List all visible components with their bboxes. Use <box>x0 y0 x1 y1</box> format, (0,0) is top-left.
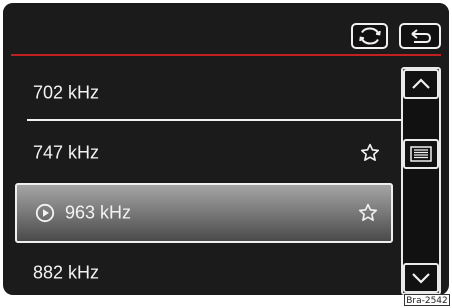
station-frequency: 702 kHz <box>33 82 100 103</box>
header-divider <box>11 54 441 56</box>
favorite-star-icon[interactable] <box>357 202 379 224</box>
back-button[interactable] <box>399 23 441 49</box>
refresh-icon <box>357 26 383 46</box>
station-row-963-selected[interactable]: 963 kHz <box>15 183 393 243</box>
radio-screen: 702 kHz 747 kHz 963 kHz 882 kHz <box>3 3 449 295</box>
chevron-up-icon <box>410 77 432 91</box>
station-row-702[interactable]: 702 kHz <box>15 63 405 123</box>
back-icon <box>406 26 434 46</box>
station-frequency: 963 kHz <box>65 202 132 223</box>
chevron-down-icon <box>410 271 432 285</box>
scroll-handle[interactable] <box>403 139 439 169</box>
play-icon <box>35 203 55 223</box>
favorite-star-icon[interactable] <box>359 142 381 164</box>
station-frequency: 747 kHz <box>33 142 100 163</box>
watermark-code: Bra-2542 <box>404 294 450 306</box>
station-frequency: 882 kHz <box>33 262 100 283</box>
station-list: 702 kHz 747 kHz 963 kHz 882 kHz <box>3 63 405 295</box>
station-row-882[interactable]: 882 kHz <box>15 243 393 295</box>
scrollbar[interactable] <box>401 67 441 295</box>
scroll-track[interactable] <box>401 67 441 295</box>
scroll-down-button[interactable] <box>403 263 439 293</box>
station-row-747[interactable]: 747 kHz <box>15 123 393 183</box>
top-bar <box>3 3 449 54</box>
scroll-up-button[interactable] <box>403 69 439 99</box>
row-divider <box>27 119 405 121</box>
scroll-handle-icon <box>410 146 432 162</box>
refresh-button[interactable] <box>351 23 388 49</box>
